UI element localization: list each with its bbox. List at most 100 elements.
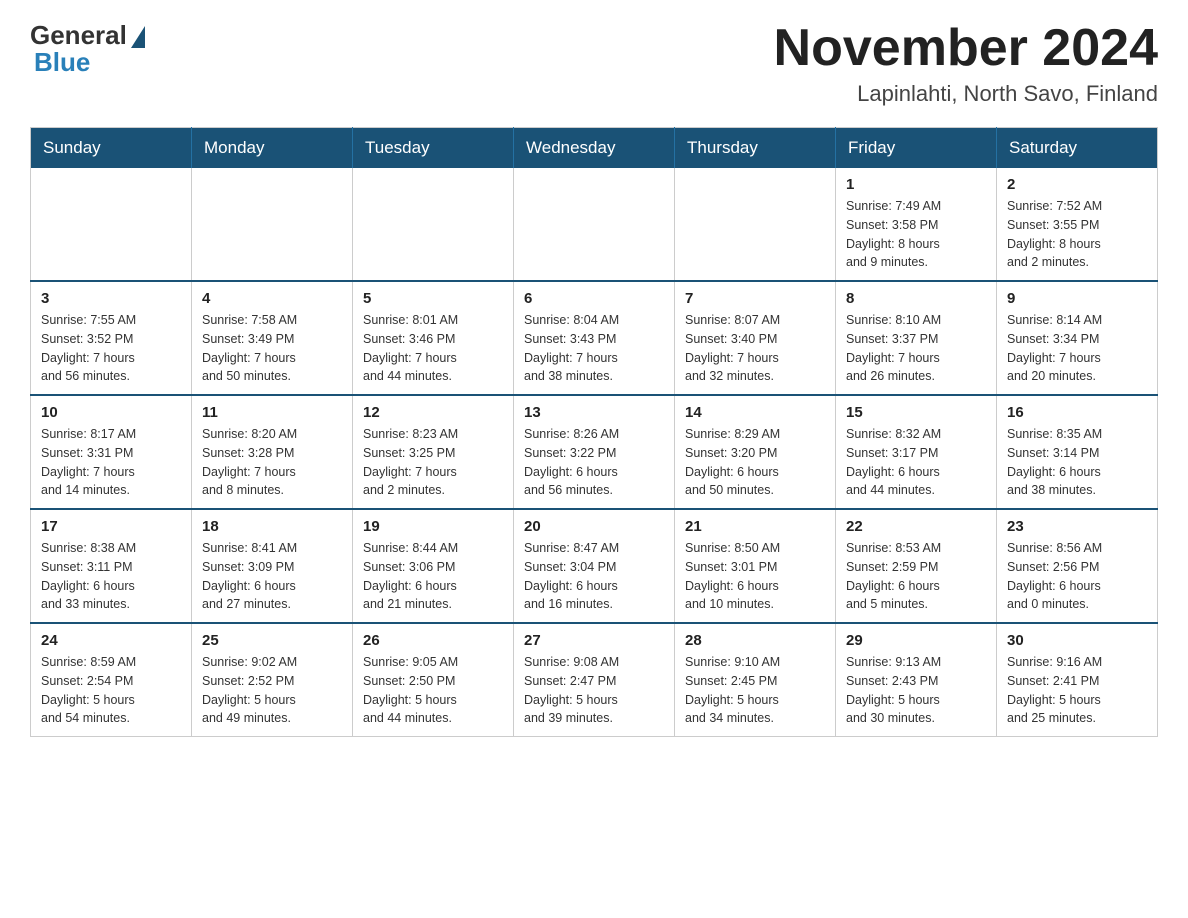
header-tuesday: Tuesday: [353, 128, 514, 169]
calendar-cell-w5-d3: 26 Sunrise: 9:05 AM Sunset: 2:50 PM Dayli…: [353, 623, 514, 737]
day-info: Sunrise: 8:17 AM Sunset: 3:31 PM Dayligh…: [41, 425, 181, 500]
calendar-cell-w4-d2: 18Sunrise: 8:41 AM Sunset: 3:09 PM Dayli…: [192, 509, 353, 623]
calendar-cell-w5-d1: 24 Sunrise: 8:59 AM Sunset: 2:54 PM Dayli…: [31, 623, 192, 737]
day-number: 5: [363, 290, 503, 307]
day-number: 23: [1007, 518, 1147, 535]
day-number: 6: [524, 290, 664, 307]
calendar-cell-w5-d2: 25Sunrise: 9:02 AM Sunset: 2:52 PM Dayli…: [192, 623, 353, 737]
day-info: Sunrise: 7:55 AM Sunset: 3:52 PM Dayligh…: [41, 311, 181, 386]
day-number: 13: [524, 404, 664, 421]
header-friday: Friday: [836, 128, 997, 169]
day-number: 28: [685, 632, 825, 649]
calendar-week-1: 1 Sunrise: 7:49 AM Sunset: 3:58 PM Daylig…: [31, 168, 1158, 281]
day-info: Sunrise: 9:10 AM Sunset: 2:45 PM Dayligh…: [685, 653, 825, 728]
day-info: Sunrise: 8:01 AM Sunset: 3:46 PM Dayligh…: [363, 311, 503, 386]
calendar-week-5: 24 Sunrise: 8:59 AM Sunset: 2:54 PM Dayli…: [31, 623, 1158, 737]
day-number: 9: [1007, 290, 1147, 307]
calendar-cell-w5-d5: 28 Sunrise: 9:10 AM Sunset: 2:45 PM Dayli…: [675, 623, 836, 737]
day-info: Sunrise: 7:49 AM Sunset: 3:58 PM Dayligh…: [846, 197, 986, 272]
logo-blue-text: Blue: [34, 47, 90, 78]
day-info: Sunrise: 8:56 AM Sunset: 2:56 PM Dayligh…: [1007, 539, 1147, 614]
calendar-cell-w3-d3: 12 Sunrise: 8:23 AM Sunset: 3:25 PM Dayli…: [353, 395, 514, 509]
day-number: 17: [41, 518, 181, 535]
calendar-cell-w2-d1: 3Sunrise: 7:55 AM Sunset: 3:52 PM Daylig…: [31, 281, 192, 395]
day-info: Sunrise: 8:29 AM Sunset: 3:20 PM Dayligh…: [685, 425, 825, 500]
day-number: 30: [1007, 632, 1147, 649]
calendar-header-row: SundayMondayTuesdayWednesdayThursdayFrid…: [31, 128, 1158, 169]
day-info: Sunrise: 8:38 AM Sunset: 3:11 PM Dayligh…: [41, 539, 181, 614]
month-title: November 2024: [774, 20, 1158, 77]
page-header: General Blue November 2024 Lapinlahti, N…: [30, 20, 1158, 107]
day-number: 1: [846, 176, 986, 193]
calendar-cell-w5-d7: 30 Sunrise: 9:16 AM Sunset: 2:41 PM Dayli…: [997, 623, 1158, 737]
day-number: 21: [685, 518, 825, 535]
calendar-cell-w1-d7: 2Sunrise: 7:52 AM Sunset: 3:55 PM Daylig…: [997, 168, 1158, 281]
day-info: Sunrise: 8:35 AM Sunset: 3:14 PM Dayligh…: [1007, 425, 1147, 500]
day-info: Sunrise: 8:47 AM Sunset: 3:04 PM Dayligh…: [524, 539, 664, 614]
day-number: 12: [363, 404, 503, 421]
day-info: Sunrise: 8:04 AM Sunset: 3:43 PM Dayligh…: [524, 311, 664, 386]
day-number: 16: [1007, 404, 1147, 421]
day-number: 24: [41, 632, 181, 649]
day-info: Sunrise: 8:26 AM Sunset: 3:22 PM Dayligh…: [524, 425, 664, 500]
day-info: Sunrise: 8:59 AM Sunset: 2:54 PM Dayligh…: [41, 653, 181, 728]
day-number: 29: [846, 632, 986, 649]
calendar-cell-w5-d4: 27 Sunrise: 9:08 AM Sunset: 2:47 PM Dayli…: [514, 623, 675, 737]
calendar-cell-w1-d4: [514, 168, 675, 281]
day-number: 4: [202, 290, 342, 307]
header-sunday: Sunday: [31, 128, 192, 169]
day-number: 8: [846, 290, 986, 307]
calendar-cell-w3-d5: 14 Sunrise: 8:29 AM Sunset: 3:20 PM Dayli…: [675, 395, 836, 509]
calendar-cell-w2-d3: 5 Sunrise: 8:01 AM Sunset: 3:46 PM Daylig…: [353, 281, 514, 395]
day-info: Sunrise: 8:41 AM Sunset: 3:09 PM Dayligh…: [202, 539, 342, 614]
day-number: 20: [524, 518, 664, 535]
header-thursday: Thursday: [675, 128, 836, 169]
day-number: 11: [202, 404, 342, 421]
title-section: November 2024 Lapinlahti, North Savo, Fi…: [774, 20, 1158, 107]
day-number: 27: [524, 632, 664, 649]
day-info: Sunrise: 9:08 AM Sunset: 2:47 PM Dayligh…: [524, 653, 664, 728]
calendar-cell-w2-d6: 8 Sunrise: 8:10 AM Sunset: 3:37 PM Daylig…: [836, 281, 997, 395]
header-wednesday: Wednesday: [514, 128, 675, 169]
calendar-cell-w2-d5: 7Sunrise: 8:07 AM Sunset: 3:40 PM Daylig…: [675, 281, 836, 395]
day-info: Sunrise: 8:50 AM Sunset: 3:01 PM Dayligh…: [685, 539, 825, 614]
calendar-cell-w1-d1: [31, 168, 192, 281]
day-number: 26: [363, 632, 503, 649]
day-info: Sunrise: 9:02 AM Sunset: 2:52 PM Dayligh…: [202, 653, 342, 728]
calendar-cell-w3-d1: 10 Sunrise: 8:17 AM Sunset: 3:31 PM Dayli…: [31, 395, 192, 509]
calendar-cell-w3-d2: 11 Sunrise: 8:20 AM Sunset: 3:28 PM Dayli…: [192, 395, 353, 509]
day-info: Sunrise: 8:07 AM Sunset: 3:40 PM Dayligh…: [685, 311, 825, 386]
day-info: Sunrise: 8:23 AM Sunset: 3:25 PM Dayligh…: [363, 425, 503, 500]
day-info: Sunrise: 8:53 AM Sunset: 2:59 PM Dayligh…: [846, 539, 986, 614]
calendar-cell-w3-d6: 15 Sunrise: 8:32 AM Sunset: 3:17 PM Dayli…: [836, 395, 997, 509]
calendar-week-2: 3Sunrise: 7:55 AM Sunset: 3:52 PM Daylig…: [31, 281, 1158, 395]
day-number: 10: [41, 404, 181, 421]
calendar-cell-w2-d2: 4Sunrise: 7:58 AM Sunset: 3:49 PM Daylig…: [192, 281, 353, 395]
calendar-cell-w4-d7: 23 Sunrise: 8:56 AM Sunset: 2:56 PM Dayli…: [997, 509, 1158, 623]
day-info: Sunrise: 9:16 AM Sunset: 2:41 PM Dayligh…: [1007, 653, 1147, 728]
day-info: Sunrise: 9:13 AM Sunset: 2:43 PM Dayligh…: [846, 653, 986, 728]
calendar-cell-w3-d7: 16 Sunrise: 8:35 AM Sunset: 3:14 PM Dayli…: [997, 395, 1158, 509]
day-info: Sunrise: 8:32 AM Sunset: 3:17 PM Dayligh…: [846, 425, 986, 500]
day-info: Sunrise: 8:14 AM Sunset: 3:34 PM Dayligh…: [1007, 311, 1147, 386]
day-info: Sunrise: 8:20 AM Sunset: 3:28 PM Dayligh…: [202, 425, 342, 500]
calendar-cell-w5-d6: 29 Sunrise: 9:13 AM Sunset: 2:43 PM Dayli…: [836, 623, 997, 737]
calendar-cell-w1-d6: 1 Sunrise: 7:49 AM Sunset: 3:58 PM Daylig…: [836, 168, 997, 281]
day-number: 19: [363, 518, 503, 535]
header-monday: Monday: [192, 128, 353, 169]
calendar-cell-w4-d4: 20 Sunrise: 8:47 AM Sunset: 3:04 PM Dayli…: [514, 509, 675, 623]
calendar-cell-w4-d3: 19 Sunrise: 8:44 AM Sunset: 3:06 PM Dayli…: [353, 509, 514, 623]
day-info: Sunrise: 8:10 AM Sunset: 3:37 PM Dayligh…: [846, 311, 986, 386]
calendar-cell-w1-d2: [192, 168, 353, 281]
calendar-cell-w2-d7: 9 Sunrise: 8:14 AM Sunset: 3:34 PM Daylig…: [997, 281, 1158, 395]
day-number: 15: [846, 404, 986, 421]
day-info: Sunrise: 9:05 AM Sunset: 2:50 PM Dayligh…: [363, 653, 503, 728]
logo-triangle-icon: [131, 26, 145, 48]
header-saturday: Saturday: [997, 128, 1158, 169]
day-info: Sunrise: 8:44 AM Sunset: 3:06 PM Dayligh…: [363, 539, 503, 614]
calendar-cell-w4-d5: 21 Sunrise: 8:50 AM Sunset: 3:01 PM Dayli…: [675, 509, 836, 623]
calendar-cell-w1-d5: [675, 168, 836, 281]
day-number: 14: [685, 404, 825, 421]
calendar-cell-w1-d3: [353, 168, 514, 281]
calendar-week-3: 10 Sunrise: 8:17 AM Sunset: 3:31 PM Dayli…: [31, 395, 1158, 509]
